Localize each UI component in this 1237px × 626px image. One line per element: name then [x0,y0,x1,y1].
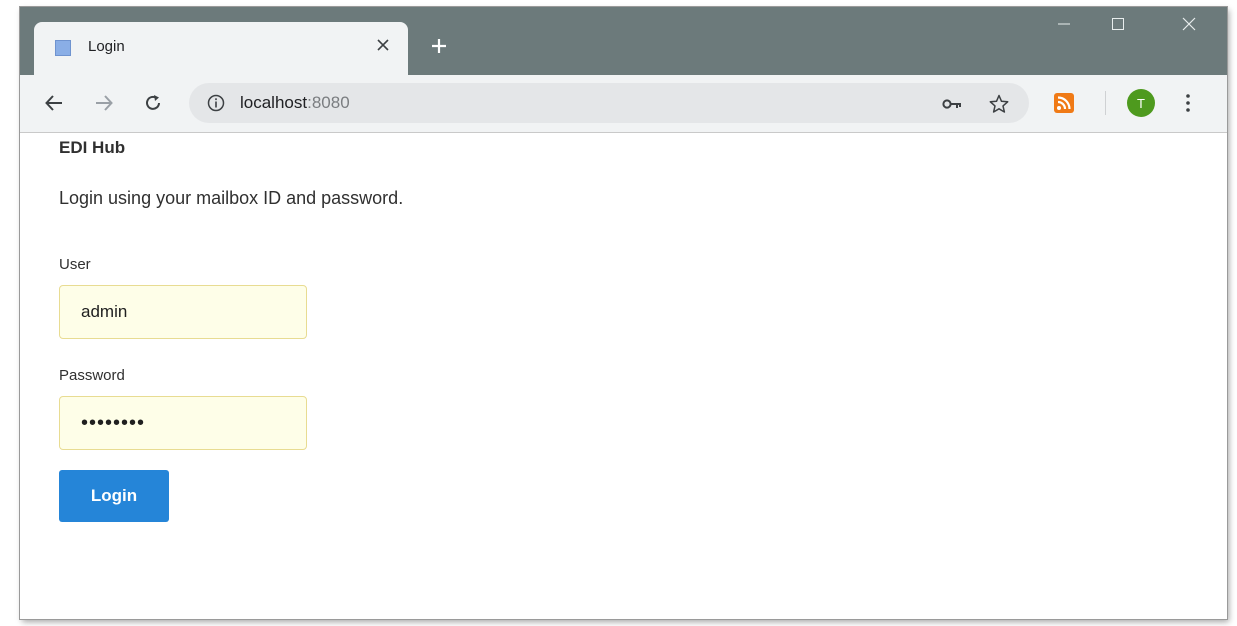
reload-icon[interactable] [139,89,167,117]
window-close-icon[interactable] [1166,7,1212,41]
maximize-icon[interactable] [1095,7,1141,41]
browser-toolbar: localhost:8080 T [20,75,1227,133]
address-bar[interactable]: localhost:8080 [189,83,1029,123]
password-label: Password [59,367,125,384]
menu-dots-icon[interactable] [1180,91,1196,115]
page-favicon-icon [55,40,71,56]
title-bar: Login [20,7,1227,75]
forward-arrow-icon[interactable] [90,89,118,117]
tab-close-icon[interactable] [371,33,395,57]
minimize-icon[interactable] [1041,7,1087,41]
profile-avatar[interactable]: T [1127,89,1155,117]
login-button[interactable]: Login [59,470,169,522]
browser-tab[interactable]: Login [34,22,408,75]
browser-window: Login localhost:8080 T EDI Hub Login usi… [20,7,1227,619]
toolbar-divider [1105,91,1106,115]
user-label: User [59,256,91,273]
info-icon[interactable] [206,93,226,113]
url-port: :8080 [307,93,350,112]
key-icon[interactable] [941,93,963,115]
page-content: EDI Hub Login using your mailbox ID and … [20,133,1227,619]
password-input[interactable] [60,397,306,449]
new-tab-icon[interactable] [424,31,454,61]
url-host: localhost [240,93,308,112]
back-arrow-icon[interactable] [40,89,68,117]
app-title: EDI Hub [59,138,126,157]
star-icon[interactable] [988,93,1010,115]
user-field[interactable] [59,285,307,339]
password-field[interactable] [59,396,307,450]
user-input[interactable] [60,286,306,338]
rss-icon[interactable] [1054,93,1074,113]
login-instructions: Login using your mailbox ID and password… [59,188,404,208]
tab-title: Login [88,38,125,55]
url-text[interactable]: localhost:8080 [240,93,350,113]
